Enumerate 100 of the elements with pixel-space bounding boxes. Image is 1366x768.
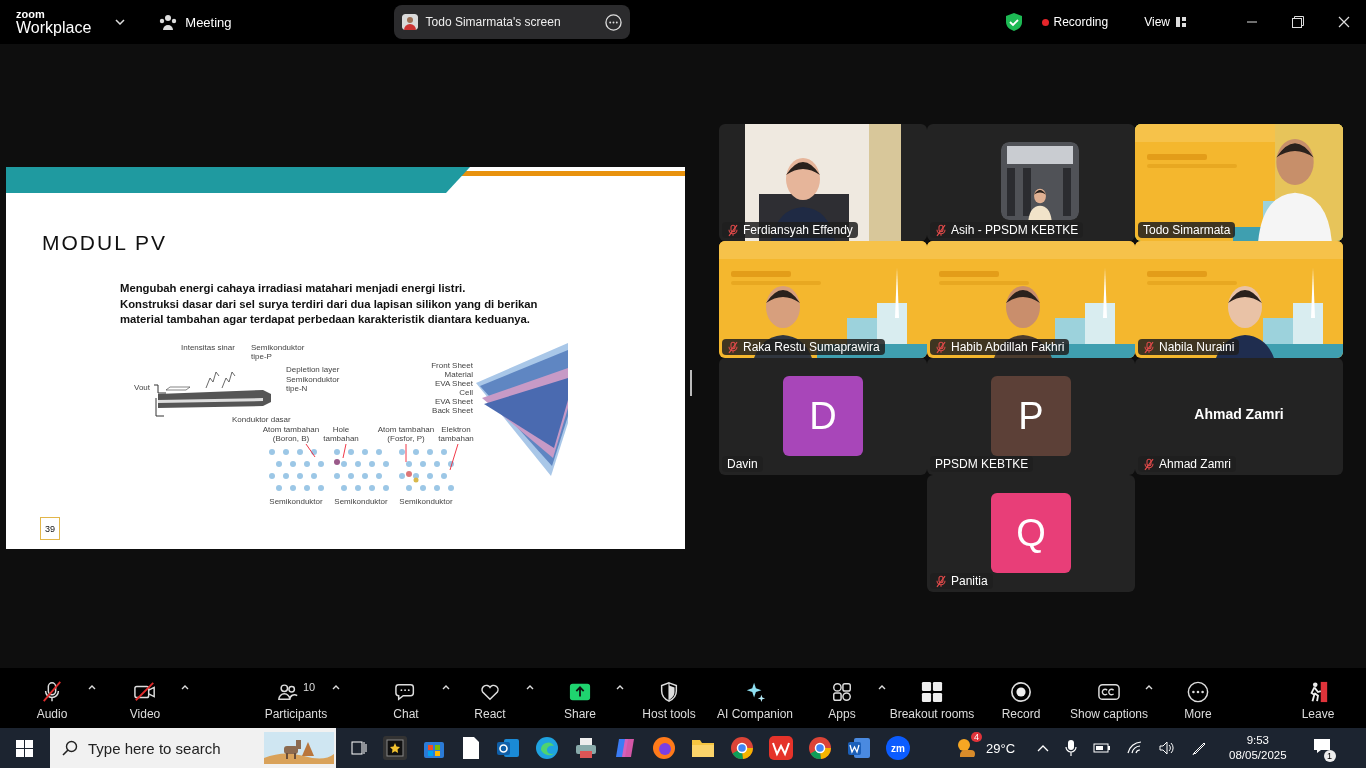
- app-icon[interactable]: [383, 736, 407, 760]
- slide-text: Mengubah energi cahaya irradiasi matahari menjadi energi listri.: [120, 281, 467, 296]
- battery-icon[interactable]: [1093, 742, 1112, 754]
- printer-icon[interactable]: [574, 736, 598, 760]
- diagram-label: Cell: [459, 387, 473, 397]
- caret-icon[interactable]: [88, 684, 96, 690]
- participant-name: Ahmad Zamri: [1159, 457, 1232, 471]
- toolbar-button[interactable]: Breakout rooms: [882, 668, 982, 728]
- caret-icon[interactable]: [616, 684, 624, 690]
- avatar: Q: [991, 493, 1071, 573]
- chrome-icon[interactable]: [730, 736, 754, 760]
- participant-name: Panitia: [951, 574, 988, 588]
- grid-icon: [921, 681, 943, 703]
- diagram-label: Intensitas sinar: [181, 342, 235, 352]
- participant-name: Todo Simarmata: [1143, 223, 1231, 237]
- share-title: Todo Simarmata's screen: [425, 15, 562, 29]
- caret-icon[interactable]: [181, 684, 189, 690]
- people-icon: [276, 681, 299, 703]
- video-tile[interactable]: Q Panitia: [927, 475, 1135, 592]
- participant-name: Raka Restu Sumaprawira: [743, 340, 880, 354]
- toolbar-button[interactable]: AI Companion: [705, 668, 805, 728]
- document-app-icon[interactable]: [847, 736, 871, 760]
- meeting-label[interactable]: Meeting: [185, 14, 232, 30]
- diagram-label: Semikonduktor: [334, 496, 388, 506]
- diagram-label: EVA Sheet: [434, 396, 473, 406]
- diagram-label: Semikonduktor: [269, 496, 323, 506]
- clock-date[interactable]: 08/05/2025: [1229, 748, 1287, 763]
- participant-count: 10: [302, 681, 316, 693]
- app-name: Workplace: [16, 19, 92, 36]
- video-tile[interactable]: Habib Abdillah Fakhri: [927, 241, 1135, 358]
- diagram-label: Atom tambahan (Fosfor, P): [377, 424, 435, 442]
- diagram-label: Semikonduktor tipe-P: [251, 342, 305, 360]
- notification-badge: 4: [971, 732, 982, 742]
- notification-icon[interactable]: [1312, 738, 1331, 754]
- caret-icon[interactable]: [1145, 684, 1153, 690]
- video-tile[interactable]: D Davin: [719, 358, 927, 475]
- caret-icon[interactable]: [526, 684, 534, 690]
- microphone-icon[interactable]: [1065, 740, 1078, 756]
- diagram-label: Atom tambahan (Boron, B): [262, 424, 320, 442]
- diagram-label: Front Sheet: [431, 360, 473, 370]
- avatar: D: [783, 376, 863, 456]
- view-button[interactable]: View: [1144, 15, 1170, 29]
- close-icon[interactable]: [1338, 16, 1350, 28]
- diagram-label: Back Sheet: [432, 405, 473, 415]
- diagram-label: Semikonduktor tipe-N: [286, 374, 340, 392]
- avatar: P: [991, 376, 1071, 456]
- video-tile[interactable]: Ferdiansyah Effendy: [719, 124, 927, 241]
- participant-name: PPSDM KEBTKE: [935, 457, 1029, 471]
- video-tile[interactable]: Raka Restu Sumaprawira: [719, 241, 927, 358]
- video-tile[interactable]: Asih - PPSDM KEBTKE: [927, 124, 1135, 241]
- video-tile[interactable]: Todo Simarmata: [1135, 124, 1343, 241]
- resize-handle[interactable]: [690, 370, 692, 396]
- caret-icon[interactable]: [115, 19, 126, 25]
- logo-text: zoom: [16, 8, 46, 20]
- chrome-icon[interactable]: [808, 736, 832, 760]
- restore-icon[interactable]: [1292, 16, 1304, 28]
- avatar-icon: [401, 14, 418, 30]
- task-view-icon[interactable]: [350, 739, 368, 757]
- copilot-icon[interactable]: [613, 736, 637, 760]
- mail-app-icon[interactable]: [496, 736, 520, 760]
- speaker-icon[interactable]: [1159, 741, 1176, 755]
- recording-dot: [1041, 18, 1049, 26]
- more-icon[interactable]: [604, 13, 622, 31]
- diagram-label: EVA Sheet: [434, 378, 473, 388]
- chevron-up-icon[interactable]: [1037, 744, 1050, 752]
- captions-icon: [1098, 681, 1120, 703]
- browser-icon[interactable]: [535, 736, 559, 760]
- diagram-label: Elektron tambahan: [438, 424, 474, 442]
- slide-title: MODUL PV: [42, 231, 168, 255]
- video-tile[interactable]: Ahmad Zamri Ahmad Zamri: [1135, 358, 1343, 475]
- people-icon[interactable]: [159, 14, 178, 30]
- caret-icon[interactable]: [878, 684, 886, 690]
- diagram-label: Hole tambahan: [323, 424, 359, 442]
- video-tile[interactable]: Nabila Nuraini: [1135, 241, 1343, 358]
- recording-label[interactable]: Recording: [1053, 15, 1109, 29]
- office-app-icon[interactable]: [769, 736, 793, 760]
- caret-icon[interactable]: [442, 684, 450, 690]
- zoom-app-icon[interactable]: zm: [886, 736, 910, 760]
- more-icon: [1187, 681, 1209, 703]
- participant-name: Ferdiansyah Effendy: [743, 223, 853, 237]
- wifi-icon[interactable]: [1127, 741, 1144, 755]
- layout-icon[interactable]: [1176, 17, 1186, 27]
- caret-icon[interactable]: [332, 684, 340, 690]
- temperature[interactable]: 29°C: [986, 740, 1016, 756]
- diagram-label: Vout: [134, 382, 150, 392]
- toolbar-button[interactable]: 10 Participants: [246, 668, 346, 728]
- pen-icon[interactable]: [1191, 740, 1208, 756]
- windows-start-icon[interactable]: [16, 739, 33, 757]
- diagram-label: Semikonduktor: [399, 496, 453, 506]
- firefox-icon[interactable]: [652, 736, 676, 760]
- record-icon: [1010, 681, 1032, 703]
- chat-bubble-icon: [395, 681, 417, 703]
- page-number: 39: [40, 517, 60, 540]
- file-icon[interactable]: [461, 736, 481, 760]
- video-tile[interactable]: P PPSDM KEBTKE: [927, 358, 1135, 475]
- clock-time[interactable]: 9:53: [1246, 733, 1269, 748]
- toolbar-button[interactable]: Leave: [1268, 668, 1366, 728]
- screen-share-pill[interactable]: Todo Simarmata's screen: [393, 5, 630, 39]
- shield-check-icon[interactable]: [1005, 13, 1022, 31]
- notification-badge: 1: [1323, 750, 1336, 762]
